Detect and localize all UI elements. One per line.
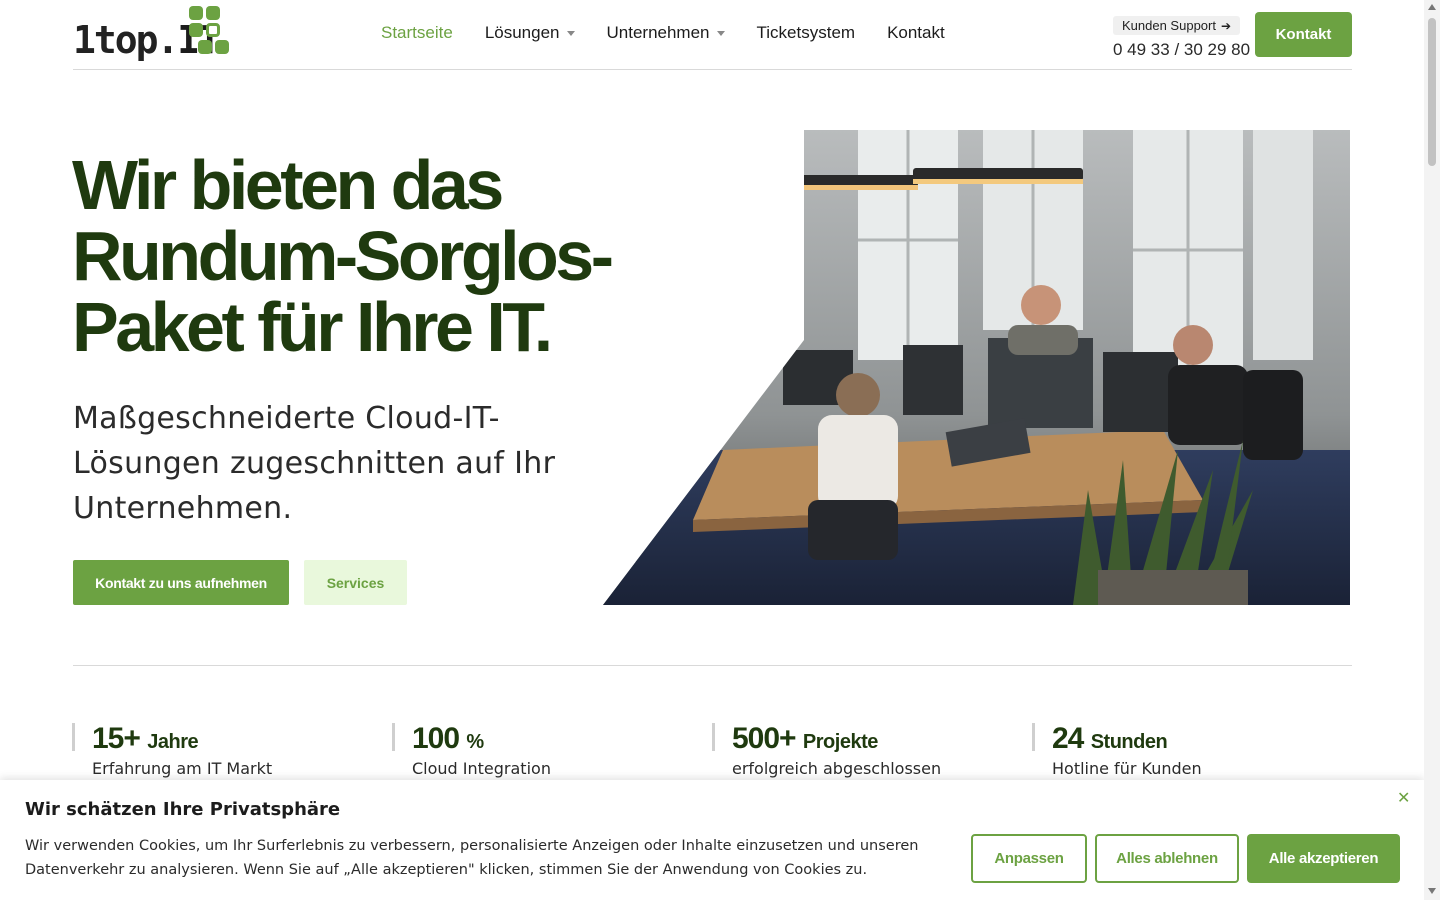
stat-value: 15+ [92, 722, 141, 755]
stat-label: Cloud Integration [412, 759, 551, 778]
support-link[interactable]: Kunden Support ➔ [1113, 16, 1241, 35]
cookie-customize-button[interactable]: Anpassen [971, 834, 1087, 883]
stat-projects: 500+ Projekte erfolgreich abgeschlossen [712, 723, 941, 778]
services-button[interactable]: Services [304, 560, 407, 605]
hero-title: Wir bieten das Rundum-Sorglos-Paket für … [72, 146, 614, 366]
stat-hotline: 24 Stunden Hotline für Kunden [1032, 723, 1202, 778]
contact-us-button[interactable]: Kontakt zu uns aufnehmen [73, 560, 289, 605]
support-phone[interactable]: 0 49 33 / 30 29 80 [1113, 40, 1250, 60]
stat-unit: Projekte [802, 731, 878, 753]
logo-text: 1top. [73, 18, 179, 62]
stat-value: 500+ [732, 722, 797, 755]
stat-value-row: 500+ Projekte [732, 723, 941, 758]
stat-label: Hotline für Kunden [1052, 759, 1202, 778]
nav-item-ticketsystem[interactable]: Ticketsystem [757, 23, 856, 43]
nav-item-startseite[interactable]: Startseite [381, 23, 453, 43]
scroll-down-icon[interactable] [1428, 888, 1436, 894]
hero-office-image [603, 130, 1350, 605]
stat-value-row: 24 Stunden [1052, 723, 1202, 758]
stat-label: Erfahrung am IT Markt [92, 759, 273, 778]
scrollbar-thumb[interactable] [1428, 18, 1436, 166]
main-nav: Startseite Lösungen Unternehmen Ticketsy… [381, 23, 977, 43]
header-contact-button[interactable]: Kontakt [1255, 12, 1352, 57]
chevron-down-icon [566, 30, 575, 36]
page-scrollbar[interactable] [1424, 0, 1440, 900]
stat-label: erfolgreich abgeschlossen [732, 759, 942, 778]
cookie-banner: Wir schätzen Ihre Privatsphäre Wir verwe… [0, 780, 1424, 900]
arrow-right-icon: ➔ [1220, 18, 1232, 33]
close-icon[interactable]: ✕ [1397, 788, 1410, 807]
nav-label: Lösungen [484, 23, 560, 42]
stat-unit: % [466, 731, 484, 753]
nav-label: Ticketsystem [756, 23, 856, 42]
stat-value-row: 100 % [412, 723, 551, 758]
scroll-up-icon[interactable] [1428, 4, 1436, 10]
support-label: Kunden Support [1122, 18, 1216, 33]
logo[interactable]: 1top.IT [73, 6, 233, 64]
cookie-accept-button[interactable]: Alle akzeptieren [1247, 834, 1400, 883]
cookie-text: Wir verwenden Cookies, um Ihr Surferlebn… [25, 838, 919, 878]
stat-unit: Stunden [1090, 731, 1168, 753]
stat-unit: Jahre [147, 731, 199, 753]
nav-label: Unternehmen [606, 23, 710, 42]
nav-label: Startseite [381, 23, 453, 42]
nav-item-loesungen[interactable]: Lösungen [485, 23, 575, 43]
nav-item-unternehmen[interactable]: Unternehmen [607, 23, 725, 43]
nav-label: Kontakt [887, 23, 945, 42]
section-divider [73, 665, 1352, 666]
cookie-title: Wir schätzen Ihre Privatsphäre [25, 799, 341, 820]
stat-years: 15+ Jahre Erfahrung am IT Markt [72, 723, 272, 778]
stat-value: 100 [412, 722, 460, 755]
hero-subtitle: Maßgeschneiderte Cloud-IT-Lösungen zuges… [73, 401, 556, 526]
nav-item-kontakt[interactable]: Kontakt [887, 23, 945, 43]
stat-value: 24 [1052, 722, 1084, 755]
chevron-down-icon [716, 30, 725, 36]
stat-cloud: 100 % Cloud Integration [392, 723, 551, 778]
logo-mark-icon [189, 6, 229, 60]
cookie-reject-button[interactable]: Alles ablehnen [1095, 834, 1239, 883]
stat-value-row: 15+ Jahre [92, 723, 272, 758]
support-block: Kunden Support ➔ 0 49 33 / 30 29 80 [1113, 15, 1250, 60]
site-header: 1top.IT Startseite Lösungen Unternehmen … [73, 0, 1352, 70]
